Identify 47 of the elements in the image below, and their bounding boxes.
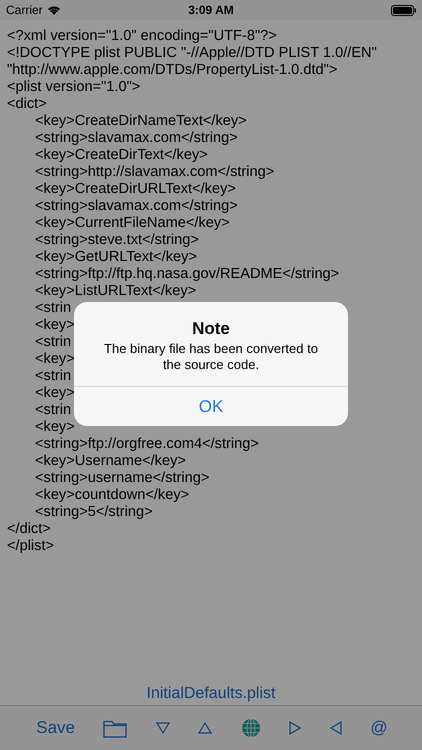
left-triangle-icon[interactable] [330,721,342,735]
code-line: <key>GetURLText</key> [35,249,197,266]
save-button[interactable]: Save [36,718,75,738]
carrier-name: Carrier [6,3,43,17]
code-line: <string>ftp://orgfree.com4</string> [35,436,259,453]
code-line: <key>ListURLText</key> [35,283,196,300]
code-line: </plist> [7,538,54,555]
code-line: <?xml version="1.0" encoding="UTF-8"?> [7,28,277,45]
code-line: <!DOCTYPE plist PUBLIC "-//Apple//DTD PLIST 1.0//EN" [7,45,377,62]
code-line: <strin [35,402,72,419]
code-line: "http://www.apple.com/DTDs/PropertyList-1.0.dtd"> [7,62,338,79]
folder-icon[interactable] [103,718,128,738]
code-line: <key> [35,317,75,334]
globe-icon[interactable] [240,718,261,738]
code-line: <dict> [7,96,47,113]
code-line: <string>slavamax.com</string> [35,130,238,147]
code-line: <string>ftp://ftp.hq.nasa.gov/README</string> [35,266,340,283]
down-triangle-icon[interactable] [156,722,170,734]
file-name: InitialDefaults.plist [146,685,276,703]
code-line: <string>5</string> [35,504,153,521]
code-line: </dict> [7,521,51,538]
wifi-icon [46,5,61,15]
code-line: <strin [35,334,72,351]
code-line: <key>Username</key> [35,453,186,470]
code-line: <key>CurrentFileName</key> [35,215,230,232]
status-time: 3:09 AM [188,3,234,17]
code-line: <key> [35,419,75,436]
code-line: <key>countdown</key> [35,487,190,504]
ok-button[interactable]: OK [74,386,348,426]
right-triangle-icon[interactable] [289,721,302,735]
code-line: <string>http://slavamax.com</string> [35,164,274,181]
code-line: <key> [35,385,75,402]
battery-icon [391,4,416,16]
at-button[interactable]: @ [370,718,388,738]
code-line: <string>steve.txt</string> [35,232,199,249]
code-line: <key> [35,351,75,368]
alert-title: Note [192,319,230,339]
alert-message: The binary file has been converted to the source code. [103,341,319,373]
code-line: <key>CreateDirNameText</key> [35,113,247,130]
code-line: <string>slavamax.com</string> [35,198,238,215]
code-line: <key>CreateDirText</key> [35,147,208,164]
code-line: <string>username</string> [35,470,210,487]
code-line: <key>CreateDirURLText</key> [35,181,236,198]
code-line: <strin [35,368,72,385]
code-line: <plist version="1.0"> [7,79,140,96]
code-line: <strin [35,300,72,317]
up-triangle-icon[interactable] [198,722,212,734]
